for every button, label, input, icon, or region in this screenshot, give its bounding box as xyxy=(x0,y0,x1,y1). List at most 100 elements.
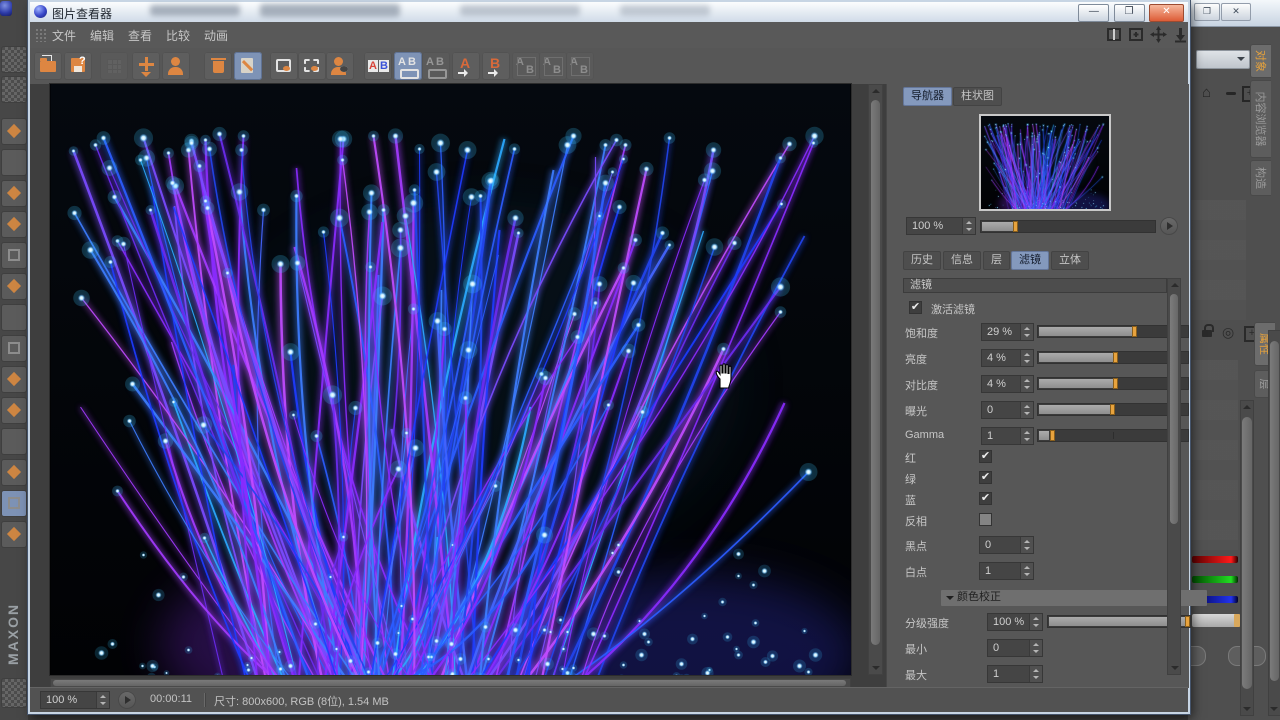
show-image-a-button[interactable] xyxy=(270,52,298,80)
left-toolbar-partial-icon[interactable] xyxy=(1,397,27,424)
menu-edit[interactable]: 编辑 xyxy=(90,27,114,44)
left-toolbar-partial-icon[interactable] xyxy=(1,46,27,73)
menu-view[interactable]: 查看 xyxy=(128,27,152,44)
menu-compare[interactable]: 比较 xyxy=(166,27,190,44)
target-icon[interactable]: ◎ xyxy=(1222,324,1234,341)
status-play-button[interactable] xyxy=(118,691,136,709)
red-channel-slider[interactable] xyxy=(1192,556,1238,563)
navigator-zoom-slider[interactable] xyxy=(980,220,1156,233)
navigate-channels-button[interactable] xyxy=(132,52,160,80)
red-channel-checkbox[interactable]: ✔ xyxy=(979,450,992,463)
left-toolbar-partial-icon[interactable] xyxy=(1,242,27,269)
left-toolbar-partial-icon[interactable] xyxy=(1,678,27,708)
minimize-button[interactable]: — xyxy=(1078,4,1109,22)
attribute-scrollbar[interactable] xyxy=(1240,400,1254,716)
left-toolbar-partial-icon[interactable] xyxy=(1,180,27,207)
menu-grip-handle[interactable] xyxy=(35,28,47,42)
set-image-a-button[interactable]: A xyxy=(452,52,480,80)
compare-ab-split-button[interactable]: AB xyxy=(394,52,422,80)
spinner-arrows[interactable] xyxy=(1029,640,1042,656)
spinner-arrows[interactable] xyxy=(1020,376,1033,392)
left-toolbar-partial-icon[interactable] xyxy=(1,149,27,176)
main-app-close-button[interactable]: ✕ xyxy=(1221,3,1251,21)
left-toolbar-partial-icon[interactable] xyxy=(1,304,27,331)
undock-panel-icon[interactable] xyxy=(1172,26,1189,43)
edit-notes-button[interactable] xyxy=(234,52,262,80)
exposure-field[interactable]: 0 xyxy=(981,401,1034,419)
spinner-arrows[interactable] xyxy=(1020,537,1033,553)
black-point-field[interactable]: 0 xyxy=(979,536,1034,554)
open-folder-button[interactable] xyxy=(34,52,62,80)
blue-channel-checkbox[interactable]: ✔ xyxy=(979,492,992,505)
value-slider[interactable] xyxy=(1192,614,1240,627)
outer-scrollbar[interactable] xyxy=(1268,330,1280,716)
maximum-field[interactable]: 1 xyxy=(987,665,1043,683)
spinner-arrows[interactable] xyxy=(1020,428,1033,444)
spinner-arrows[interactable] xyxy=(1020,324,1033,340)
tab-history[interactable]: 历史 xyxy=(903,251,941,270)
compare-ab-button[interactable]: AB xyxy=(364,52,392,80)
navigator-thumbnail[interactable] xyxy=(979,114,1111,211)
save-image-button[interactable] xyxy=(64,52,92,80)
new-panel-icon[interactable] xyxy=(1128,26,1145,43)
main-app-maximize-button[interactable]: ❐ xyxy=(1194,3,1220,21)
tab-info[interactable]: 信息 xyxy=(943,251,981,270)
close-button[interactable]: ✕ xyxy=(1149,4,1184,22)
show-image-b-button[interactable] xyxy=(298,52,326,80)
brightness-field[interactable]: 4 % xyxy=(981,349,1034,367)
white-point-field[interactable]: 1 xyxy=(979,562,1034,580)
tab-filter[interactable]: 滤镜 xyxy=(1011,251,1049,270)
search-dropdown[interactable] xyxy=(1196,50,1250,69)
invert-checkbox[interactable] xyxy=(979,513,992,526)
status-zoom-field[interactable]: 100 % xyxy=(40,691,110,709)
panel-scrollbar[interactable] xyxy=(1167,278,1181,675)
spinner-arrows[interactable] xyxy=(96,692,109,708)
left-toolbar-partial-icon[interactable] xyxy=(1,335,27,362)
spinner-arrows[interactable] xyxy=(962,218,975,234)
dock-tab-content-browser[interactable]: 内容浏览器 xyxy=(1250,80,1271,158)
home-icon[interactable]: ⌂ xyxy=(1202,84,1211,101)
full-image-eye-button[interactable] xyxy=(326,52,354,80)
left-toolbar-partial-icon[interactable] xyxy=(1,211,27,238)
delete-image-button[interactable] xyxy=(204,52,232,80)
spinner-arrows[interactable] xyxy=(1029,614,1042,630)
left-toolbar-partial-icon[interactable] xyxy=(1,459,27,486)
green-channel-slider[interactable] xyxy=(1192,576,1238,583)
spinner-arrows[interactable] xyxy=(1020,350,1033,366)
titlebar[interactable]: 图片查看器 — ❐ ✕ xyxy=(30,2,1188,23)
gamma-field[interactable]: 1 xyxy=(981,427,1034,445)
spinner-arrows[interactable] xyxy=(1020,563,1033,579)
left-toolbar-partial-icon[interactable] xyxy=(1,521,27,548)
split-view-icon[interactable] xyxy=(1106,26,1123,43)
maximize-button[interactable]: ❐ xyxy=(1114,4,1145,22)
left-toolbar-partial-icon[interactable] xyxy=(1,490,27,517)
grading-strength-field[interactable]: 100 % xyxy=(987,613,1043,631)
tab-stereo[interactable]: 立体 xyxy=(1051,251,1089,270)
spinner-arrows[interactable] xyxy=(1020,402,1033,418)
minimize-layout-icon[interactable] xyxy=(1226,92,1236,95)
menu-animation[interactable]: 动画 xyxy=(204,27,228,44)
left-toolbar-partial-icon[interactable] xyxy=(1,428,27,455)
dock-tab-structure[interactable]: 构造 xyxy=(1250,160,1271,196)
dock-tab-objects[interactable]: 对象 xyxy=(1250,44,1271,78)
move-panel-icon[interactable] xyxy=(1150,26,1167,43)
left-toolbar-partial-icon[interactable] xyxy=(1,76,27,103)
left-toolbar-partial-icon[interactable] xyxy=(1,118,27,145)
tab-histogram[interactable]: 柱状图 xyxy=(953,87,1002,106)
saturation-field[interactable]: 29 % xyxy=(981,323,1034,341)
spinner-arrows[interactable] xyxy=(1029,666,1042,682)
green-channel-checkbox[interactable]: ✔ xyxy=(979,471,992,484)
set-image-b-button[interactable]: B xyxy=(482,52,510,80)
menu-file[interactable]: 文件 xyxy=(52,27,76,44)
canvas-vertical-scrollbar[interactable] xyxy=(868,84,883,675)
rendered-image[interactable] xyxy=(50,84,851,675)
tab-layer[interactable]: 层 xyxy=(983,251,1010,270)
left-toolbar-partial-icon[interactable] xyxy=(1,273,27,300)
navigator-zoom-field[interactable]: 100 % xyxy=(906,217,976,235)
navigator-play-button[interactable] xyxy=(1160,217,1178,235)
activate-filter-checkbox[interactable]: ✔ xyxy=(909,301,922,314)
left-toolbar-partial-icon[interactable] xyxy=(1,366,27,393)
minimum-field[interactable]: 0 xyxy=(987,639,1043,657)
tab-navigator[interactable]: 导航器 xyxy=(903,87,952,106)
full-image-button[interactable] xyxy=(162,52,190,80)
